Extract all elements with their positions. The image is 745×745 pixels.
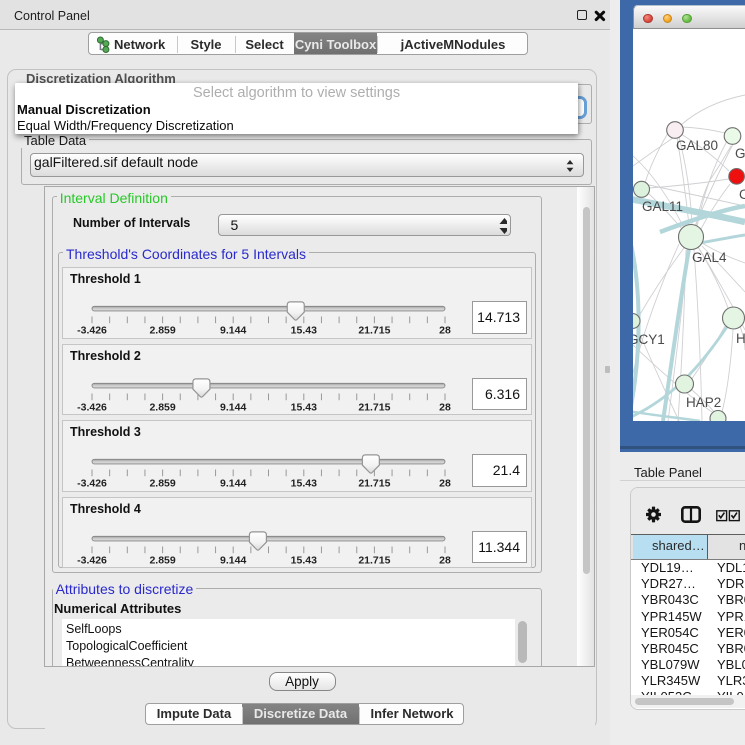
- svg-text:21.715: 21.715: [358, 325, 390, 337]
- svg-text:9.144: 9.144: [220, 554, 246, 566]
- svg-text:28: 28: [439, 401, 451, 413]
- svg-text:21.715: 21.715: [358, 478, 390, 490]
- svg-text:2.859: 2.859: [149, 325, 175, 337]
- svg-text:2.859: 2.859: [149, 401, 175, 413]
- svg-text:2.859: 2.859: [149, 478, 175, 490]
- svg-text:15.43: 15.43: [291, 554, 317, 566]
- svg-text:9.144: 9.144: [220, 401, 246, 413]
- svg-text:GA: GA: [735, 146, 745, 161]
- svg-text:9.144: 9.144: [220, 325, 246, 337]
- svg-text:C: C: [739, 187, 745, 202]
- svg-text:H: H: [736, 331, 745, 346]
- svg-text:HAP2: HAP2: [686, 395, 721, 410]
- svg-text:28: 28: [439, 554, 451, 566]
- svg-text:15.43: 15.43: [291, 325, 317, 337]
- svg-text:2.859: 2.859: [149, 554, 175, 566]
- svg-text:28: 28: [439, 478, 451, 490]
- svg-text:-3.426: -3.426: [77, 325, 107, 337]
- svg-text:-3.426: -3.426: [77, 478, 107, 490]
- svg-text:28: 28: [439, 325, 451, 337]
- svg-text:GAL11: GAL11: [642, 199, 683, 214]
- svg-text:21.715: 21.715: [358, 554, 390, 566]
- svg-text:15.43: 15.43: [291, 401, 317, 413]
- svg-text:GAL80: GAL80: [676, 138, 718, 153]
- svg-text:15.43: 15.43: [291, 478, 317, 490]
- svg-text:-3.426: -3.426: [77, 554, 107, 566]
- svg-text:GCY1: GCY1: [633, 332, 665, 347]
- svg-text:21.715: 21.715: [358, 401, 390, 413]
- svg-text:GAL4: GAL4: [692, 250, 727, 265]
- svg-text:9.144: 9.144: [220, 478, 246, 490]
- svg-text:-3.426: -3.426: [77, 401, 107, 413]
